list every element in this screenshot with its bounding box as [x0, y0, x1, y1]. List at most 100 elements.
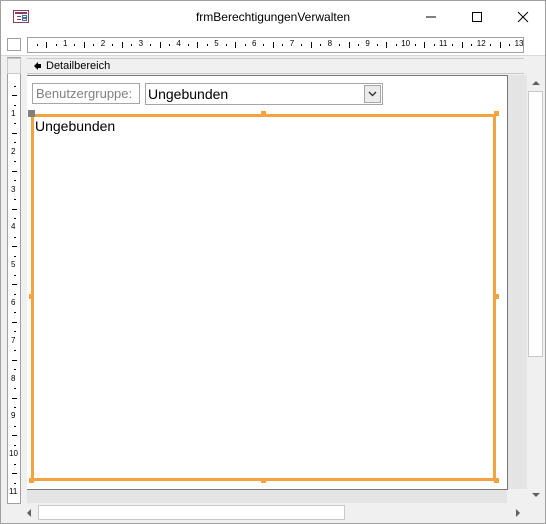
form-design-window: frmBerechtigungenVerwalten 1 2 3 4 5 6 7 8 9 10 11… [0, 0, 546, 524]
ruler-tick [14, 425, 16, 427]
ruler-number: 7 [289, 39, 295, 48]
arrow-down-icon [532, 493, 540, 497]
ruler-tick [112, 44, 114, 46]
resize-handle-top[interactable] [261, 111, 266, 116]
ruler-tick [272, 42, 274, 48]
move-handle[interactable] [28, 110, 35, 117]
ruler-tick [14, 199, 16, 201]
ruler-tick [159, 42, 161, 48]
scroll-left-button[interactable] [21, 504, 38, 521]
ruler-tick [93, 44, 95, 46]
section-label: Detailbereich [46, 60, 111, 72]
form-selector[interactable] [7, 38, 21, 51]
ruler-tick [74, 44, 76, 46]
horizontal-ruler[interactable]: 1 2 3 4 5 6 7 8 9 10 11 12 13 [27, 37, 524, 53]
ruler-tick [150, 44, 152, 46]
canvas-margin-right [507, 75, 527, 489]
ruler-tick [263, 44, 265, 46]
ruler-tick [471, 44, 473, 46]
arrow-left-icon [27, 509, 31, 517]
ruler-tick [14, 331, 16, 333]
ruler-number: 12 [476, 39, 486, 48]
ruler-tick [14, 255, 16, 257]
benutzergruppe-combobox[interactable]: Ungebunden [145, 83, 383, 105]
ruler-tick [348, 42, 350, 48]
vertical-scroll-thumb[interactable] [528, 91, 543, 357]
chevron-down-icon [368, 91, 377, 97]
ruler-tick [197, 42, 199, 48]
section-selector[interactable] [7, 58, 21, 74]
title-bar[interactable]: frmBerechtigungenVerwalten [1, 1, 545, 33]
ruler-number: 6 [11, 298, 16, 307]
resize-handle-top-right[interactable] [494, 111, 499, 116]
ruler-tick [235, 42, 237, 48]
canvas-edge-right[interactable] [507, 75, 508, 490]
ruler-tick [414, 44, 416, 46]
combobox-dropdown-button[interactable] [364, 85, 381, 103]
ruler-tick [452, 44, 454, 46]
ruler-number: 7 [11, 335, 16, 345]
resize-handle-right[interactable] [494, 294, 499, 299]
ruler-tick [395, 44, 397, 46]
section-header-detailbereich[interactable]: Detailbereich [27, 58, 524, 74]
ruler-number: 2 [11, 146, 16, 156]
ruler-number: 11 [439, 39, 448, 48]
ruler-number: 3 [138, 39, 144, 48]
benutzergruppe-label[interactable]: Benutzergruppe: [32, 83, 140, 104]
scroll-up-button[interactable] [527, 75, 544, 92]
ruler-tick [14, 312, 16, 314]
canvas-edge-bottom[interactable] [27, 489, 508, 490]
ruler-tick [14, 104, 16, 106]
ruler-tick [499, 42, 501, 48]
selected-listbox[interactable]: Ungebunden [31, 114, 496, 481]
scroll-down-button[interactable] [527, 487, 544, 504]
ruler-tick [357, 44, 359, 46]
scrollbar-corner [527, 504, 544, 521]
vertical-scrollbar[interactable] [527, 75, 544, 504]
ruler-tick [14, 274, 16, 276]
ruler-number: 13 [514, 39, 524, 48]
resize-handle-left[interactable] [29, 294, 34, 299]
ruler-number: 8 [327, 39, 333, 48]
horizontal-scroll-thumb[interactable] [38, 505, 345, 520]
ruler-tick [14, 217, 16, 219]
minimize-button[interactable] [408, 1, 454, 33]
maximize-button[interactable] [454, 1, 500, 33]
ruler-tick [14, 369, 16, 371]
ruler-tick [14, 444, 16, 446]
ruler-tick [12, 473, 17, 475]
ruler-tick [12, 246, 17, 248]
resize-handle-bottom-left[interactable] [29, 478, 34, 483]
scroll-right-button[interactable] [510, 504, 527, 521]
ruler-tick [55, 44, 57, 46]
maximize-icon [472, 12, 482, 22]
ruler-number: 4 [176, 39, 181, 48]
ruler-number: 1 [11, 109, 16, 118]
close-button[interactable] [500, 1, 545, 33]
ruler-number: 2 [100, 39, 106, 48]
ruler-tick [282, 44, 284, 46]
arrow-up-icon [532, 81, 540, 85]
ruler-tick [14, 388, 16, 390]
resize-handle-bottom[interactable] [261, 478, 266, 483]
horizontal-scrollbar[interactable] [21, 504, 527, 521]
resize-handle-bottom-right[interactable] [494, 478, 499, 483]
ruler-number: 9 [11, 411, 16, 421]
ruler-tick [12, 284, 17, 286]
vertical-ruler[interactable]: 1 2 3 4 5 6 7 8 9 10 11 [7, 57, 21, 504]
ruler-tick [12, 397, 17, 399]
ruler-tick [12, 95, 17, 97]
ruler-tick [14, 463, 16, 465]
ruler-number: 8 [11, 373, 16, 383]
ruler-tick [14, 293, 16, 295]
ruler-number: 6 [252, 39, 257, 48]
ruler-tick [310, 42, 312, 48]
ruler-tick [131, 44, 133, 46]
ruler-tick [386, 42, 388, 48]
ruler-tick [509, 44, 511, 46]
ruler-tick [225, 44, 227, 46]
ruler-tick [301, 44, 303, 46]
section-arrow-icon [34, 62, 41, 70]
combobox-value: Ungebunden [148, 86, 229, 102]
arrow-right-icon [516, 509, 520, 517]
